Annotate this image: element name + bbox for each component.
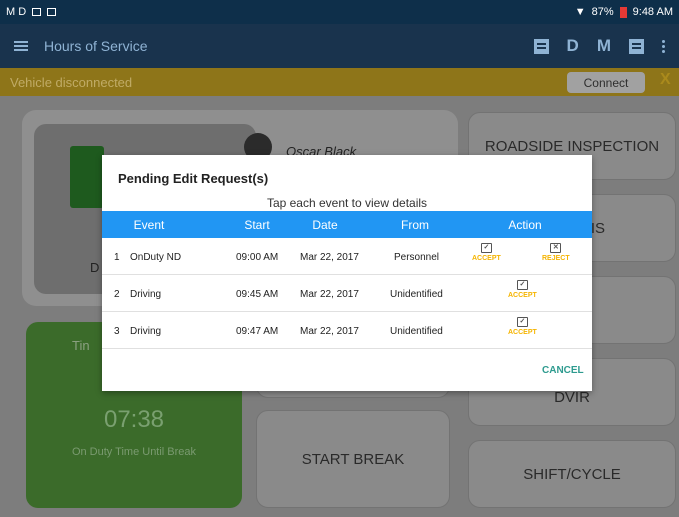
table-row[interactable]: 1 OnDuty ND 09:00 AM Mar 22, 2017 Person…: [102, 239, 592, 275]
row-from: Unidentified: [390, 326, 443, 337]
row-start: 09:00 AM: [236, 252, 279, 263]
row-date: Mar 22, 2017: [300, 252, 359, 263]
roadside-inspection-label: ROADSIDE INSPECTION: [484, 137, 660, 155]
row-date: Mar 22, 2017: [300, 289, 359, 300]
d-button[interactable]: D: [567, 36, 579, 56]
row-number: 1: [114, 252, 120, 263]
m-button[interactable]: M: [597, 36, 611, 56]
column-header-action: Action: [508, 218, 542, 232]
pending-edit-dialog: Pending Edit Request(s) Tap each event t…: [102, 155, 592, 391]
dialog-subtitle: Tap each event to view details: [266, 196, 428, 210]
column-header-start: Start: [244, 218, 270, 232]
status-left-text: M D: [6, 6, 27, 18]
notification-icon: [47, 8, 57, 16]
accept-button[interactable]: ✓ ACCEPT: [472, 243, 501, 262]
menu-icon[interactable]: [14, 41, 28, 51]
accept-button[interactable]: ✓ ACCEPT: [508, 280, 537, 299]
row-event: Driving: [130, 289, 162, 300]
accept-icon: ✓: [516, 280, 528, 290]
reject-label: REJECT: [542, 255, 570, 262]
accept-icon: ✓: [480, 243, 492, 253]
row-event: Driving: [130, 326, 162, 337]
accept-label: ACCEPT: [472, 255, 501, 262]
status-bar: M D ▼ 87% 9:48 AM: [0, 0, 679, 24]
duty-status-letter: D: [90, 260, 100, 275]
row-from: Unidentified: [390, 289, 443, 300]
shift-cycle-tile[interactable]: SHIFT/CYCLE: [468, 440, 676, 508]
disconnected-text: Vehicle disconnected: [10, 74, 133, 90]
row-from: Personnel: [394, 252, 440, 263]
row-number: 2: [114, 289, 120, 300]
column-header-date: Date: [312, 218, 338, 232]
row-start: 09:45 AM: [236, 289, 279, 300]
row-date: Mar 22, 2017: [300, 326, 359, 337]
column-header-event: Event: [133, 218, 165, 232]
reject-button[interactable]: ✕ REJECT: [542, 243, 570, 262]
app-bar: Hours of Service D M: [0, 24, 679, 68]
shift-cycle-label: SHIFT/CYCLE: [523, 465, 621, 483]
accept-icon: ✓: [516, 317, 528, 327]
clock: 9:48 AM: [632, 6, 673, 18]
close-banner-icon[interactable]: X: [660, 71, 671, 89]
device-icon[interactable]: [629, 38, 644, 54]
table-row[interactable]: 2 Driving 09:45 AM Mar 22, 2017 Unidenti…: [102, 276, 592, 312]
dialog-title: Pending Edit Request(s): [118, 171, 269, 186]
row-number: 3: [114, 326, 120, 337]
dvir-label: DVIR: [554, 389, 590, 406]
reject-icon: ✕: [550, 243, 562, 253]
notification-icon: [32, 8, 42, 16]
table-header: Event Start Date From Action: [102, 211, 592, 238]
table-row[interactable]: 3 Driving 09:47 AM Mar 22, 2017 Unidenti…: [102, 313, 592, 349]
messages-icon[interactable]: [533, 38, 549, 54]
app-title: Hours of Service: [44, 38, 148, 54]
overflow-menu-icon[interactable]: [662, 39, 665, 53]
accept-label: ACCEPT: [508, 329, 537, 336]
connect-button[interactable]: Connect: [567, 72, 645, 93]
truck-icon: [70, 146, 104, 208]
timer-caption: On Duty Time Until Break: [71, 446, 197, 458]
row-event: OnDuty ND: [130, 252, 182, 263]
accept-button[interactable]: ✓ ACCEPT: [508, 317, 537, 336]
timer-title-partial: Tin: [72, 338, 90, 353]
partial-tile-label: IS: [590, 219, 605, 237]
screen: M D ▼ 87% 9:48 AM Hours of Service D M V…: [0, 0, 679, 517]
timer-value: 07:38: [103, 406, 165, 433]
battery-percent: 87%: [591, 6, 614, 18]
signal-icon: ▼: [574, 6, 586, 18]
row-start: 09:47 AM: [236, 326, 279, 337]
cancel-button[interactable]: CANCEL: [542, 365, 584, 376]
start-break-tile[interactable]: START BREAK: [256, 410, 450, 508]
accept-label: ACCEPT: [508, 292, 537, 299]
start-break-label: START BREAK: [301, 450, 405, 468]
column-header-from: From: [401, 218, 429, 232]
battery-icon: [619, 6, 627, 18]
